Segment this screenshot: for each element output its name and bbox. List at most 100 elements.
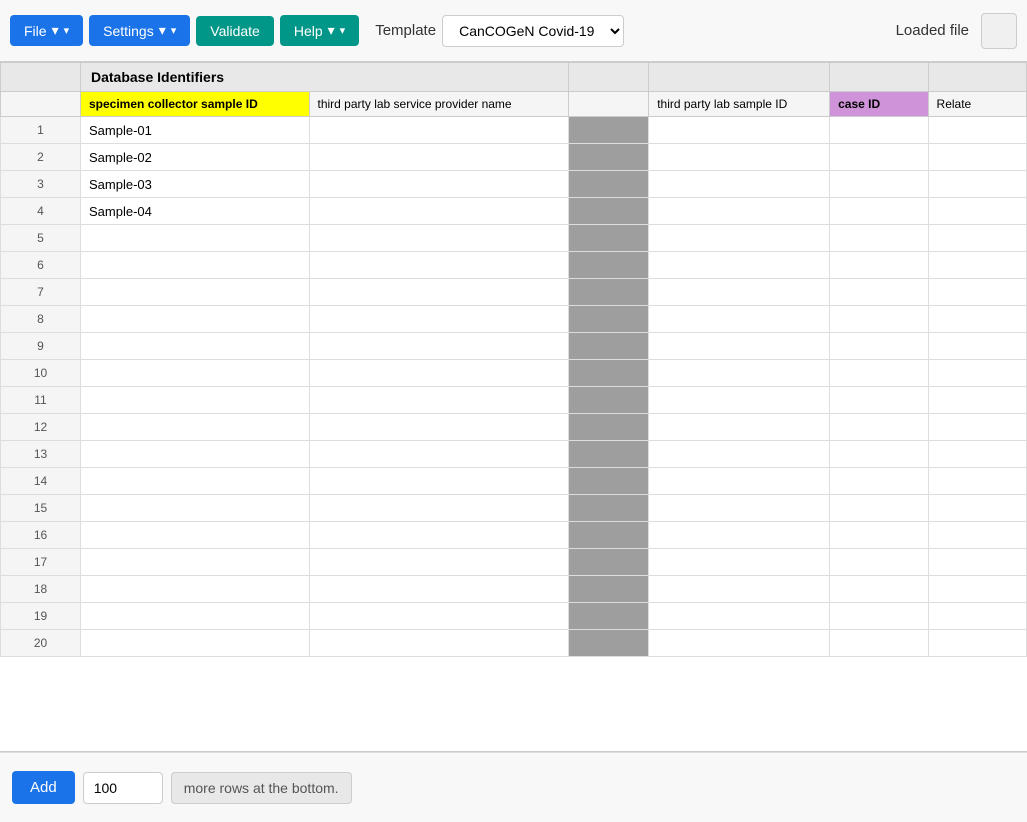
cell-related[interactable] <box>928 468 1026 495</box>
rows-input[interactable] <box>83 772 163 804</box>
cell-related[interactable] <box>928 279 1026 306</box>
cell-third-party-lab[interactable] <box>309 225 569 252</box>
cell-related[interactable] <box>928 414 1026 441</box>
cell-specimen-id[interactable] <box>81 549 310 576</box>
cell-related[interactable] <box>928 306 1026 333</box>
cell-related[interactable] <box>928 144 1026 171</box>
cell-case-id[interactable] <box>830 468 928 495</box>
validate-button[interactable]: Validate <box>196 16 274 46</box>
cell-case-id[interactable] <box>830 198 928 225</box>
col-header-case-id[interactable]: case ID <box>830 92 928 117</box>
cell-third-party-lab[interactable] <box>309 495 569 522</box>
col-header-third-party-sample[interactable]: third party lab sample ID <box>649 92 830 117</box>
cell-case-id[interactable] <box>830 414 928 441</box>
cell-case-id[interactable] <box>830 333 928 360</box>
cell-third-party-lab[interactable] <box>309 522 569 549</box>
cell-third-party-sample[interactable] <box>649 522 830 549</box>
cell-related[interactable] <box>928 225 1026 252</box>
cell-third-party-lab[interactable] <box>309 360 569 387</box>
cell-related[interactable] <box>928 522 1026 549</box>
cell-case-id[interactable] <box>830 225 928 252</box>
cell-specimen-id[interactable] <box>81 603 310 630</box>
cell-case-id[interactable] <box>830 171 928 198</box>
cell-third-party-sample[interactable] <box>649 468 830 495</box>
cell-third-party-sample[interactable] <box>649 144 830 171</box>
cell-third-party-sample[interactable] <box>649 306 830 333</box>
cell-third-party-lab[interactable] <box>309 576 569 603</box>
cell-case-id[interactable] <box>830 252 928 279</box>
cell-specimen-id[interactable]: Sample-04 <box>81 198 310 225</box>
cell-related[interactable] <box>928 333 1026 360</box>
cell-specimen-id[interactable]: Sample-03 <box>81 171 310 198</box>
cell-third-party-lab[interactable] <box>309 630 569 657</box>
loaded-file-box[interactable] <box>981 13 1017 49</box>
cell-case-id[interactable] <box>830 630 928 657</box>
cell-case-id[interactable] <box>830 495 928 522</box>
cell-third-party-lab[interactable] <box>309 306 569 333</box>
cell-third-party-sample[interactable] <box>649 279 830 306</box>
cell-case-id[interactable] <box>830 279 928 306</box>
cell-third-party-sample[interactable] <box>649 198 830 225</box>
cell-specimen-id[interactable] <box>81 630 310 657</box>
cell-case-id[interactable] <box>830 522 928 549</box>
cell-third-party-lab[interactable] <box>309 144 569 171</box>
cell-third-party-sample[interactable] <box>649 225 830 252</box>
cell-third-party-sample[interactable] <box>649 441 830 468</box>
cell-specimen-id[interactable]: Sample-02 <box>81 144 310 171</box>
cell-third-party-lab[interactable] <box>309 171 569 198</box>
cell-third-party-lab[interactable] <box>309 468 569 495</box>
cell-third-party-lab[interactable] <box>309 198 569 225</box>
cell-third-party-lab[interactable] <box>309 117 569 144</box>
cell-third-party-sample[interactable] <box>649 252 830 279</box>
cell-case-id[interactable] <box>830 306 928 333</box>
help-button[interactable]: Help ▾ <box>280 15 359 46</box>
cell-related[interactable] <box>928 252 1026 279</box>
cell-third-party-sample[interactable] <box>649 117 830 144</box>
cell-third-party-lab[interactable] <box>309 252 569 279</box>
cell-related[interactable] <box>928 576 1026 603</box>
cell-third-party-lab[interactable] <box>309 279 569 306</box>
cell-specimen-id[interactable] <box>81 360 310 387</box>
cell-specimen-id[interactable] <box>81 468 310 495</box>
cell-case-id[interactable] <box>830 387 928 414</box>
col-header-specimen[interactable]: specimen collector sample ID <box>81 92 310 117</box>
cell-third-party-lab[interactable] <box>309 333 569 360</box>
cell-third-party-sample[interactable] <box>649 171 830 198</box>
cell-specimen-id[interactable] <box>81 414 310 441</box>
cell-related[interactable] <box>928 387 1026 414</box>
cell-specimen-id[interactable] <box>81 279 310 306</box>
cell-related[interactable] <box>928 360 1026 387</box>
cell-third-party-lab[interactable] <box>309 603 569 630</box>
file-button[interactable]: File ▾ <box>10 15 83 46</box>
cell-related[interactable] <box>928 198 1026 225</box>
cell-specimen-id[interactable]: Sample-01 <box>81 117 310 144</box>
cell-specimen-id[interactable] <box>81 495 310 522</box>
add-button[interactable]: Add <box>12 771 75 804</box>
cell-specimen-id[interactable] <box>81 441 310 468</box>
cell-related[interactable] <box>928 441 1026 468</box>
cell-third-party-sample[interactable] <box>649 414 830 441</box>
cell-case-id[interactable] <box>830 441 928 468</box>
template-select[interactable]: CanCOGeN Covid-19 <box>442 15 624 47</box>
cell-third-party-sample[interactable] <box>649 495 830 522</box>
cell-third-party-sample[interactable] <box>649 630 830 657</box>
cell-third-party-sample[interactable] <box>649 603 830 630</box>
cell-related[interactable] <box>928 603 1026 630</box>
cell-specimen-id[interactable] <box>81 576 310 603</box>
col-header-third-party-lab[interactable]: third party lab service provider name <box>309 92 569 117</box>
cell-specimen-id[interactable] <box>81 225 310 252</box>
cell-third-party-sample[interactable] <box>649 549 830 576</box>
cell-third-party-lab[interactable] <box>309 387 569 414</box>
cell-specimen-id[interactable] <box>81 333 310 360</box>
cell-specimen-id[interactable] <box>81 522 310 549</box>
cell-third-party-sample[interactable] <box>649 360 830 387</box>
cell-third-party-lab[interactable] <box>309 549 569 576</box>
cell-third-party-sample[interactable] <box>649 387 830 414</box>
cell-case-id[interactable] <box>830 576 928 603</box>
cell-case-id[interactable] <box>830 144 928 171</box>
cell-case-id[interactable] <box>830 549 928 576</box>
cell-case-id[interactable] <box>830 117 928 144</box>
cell-third-party-sample[interactable] <box>649 576 830 603</box>
cell-related[interactable] <box>928 117 1026 144</box>
cell-specimen-id[interactable] <box>81 306 310 333</box>
